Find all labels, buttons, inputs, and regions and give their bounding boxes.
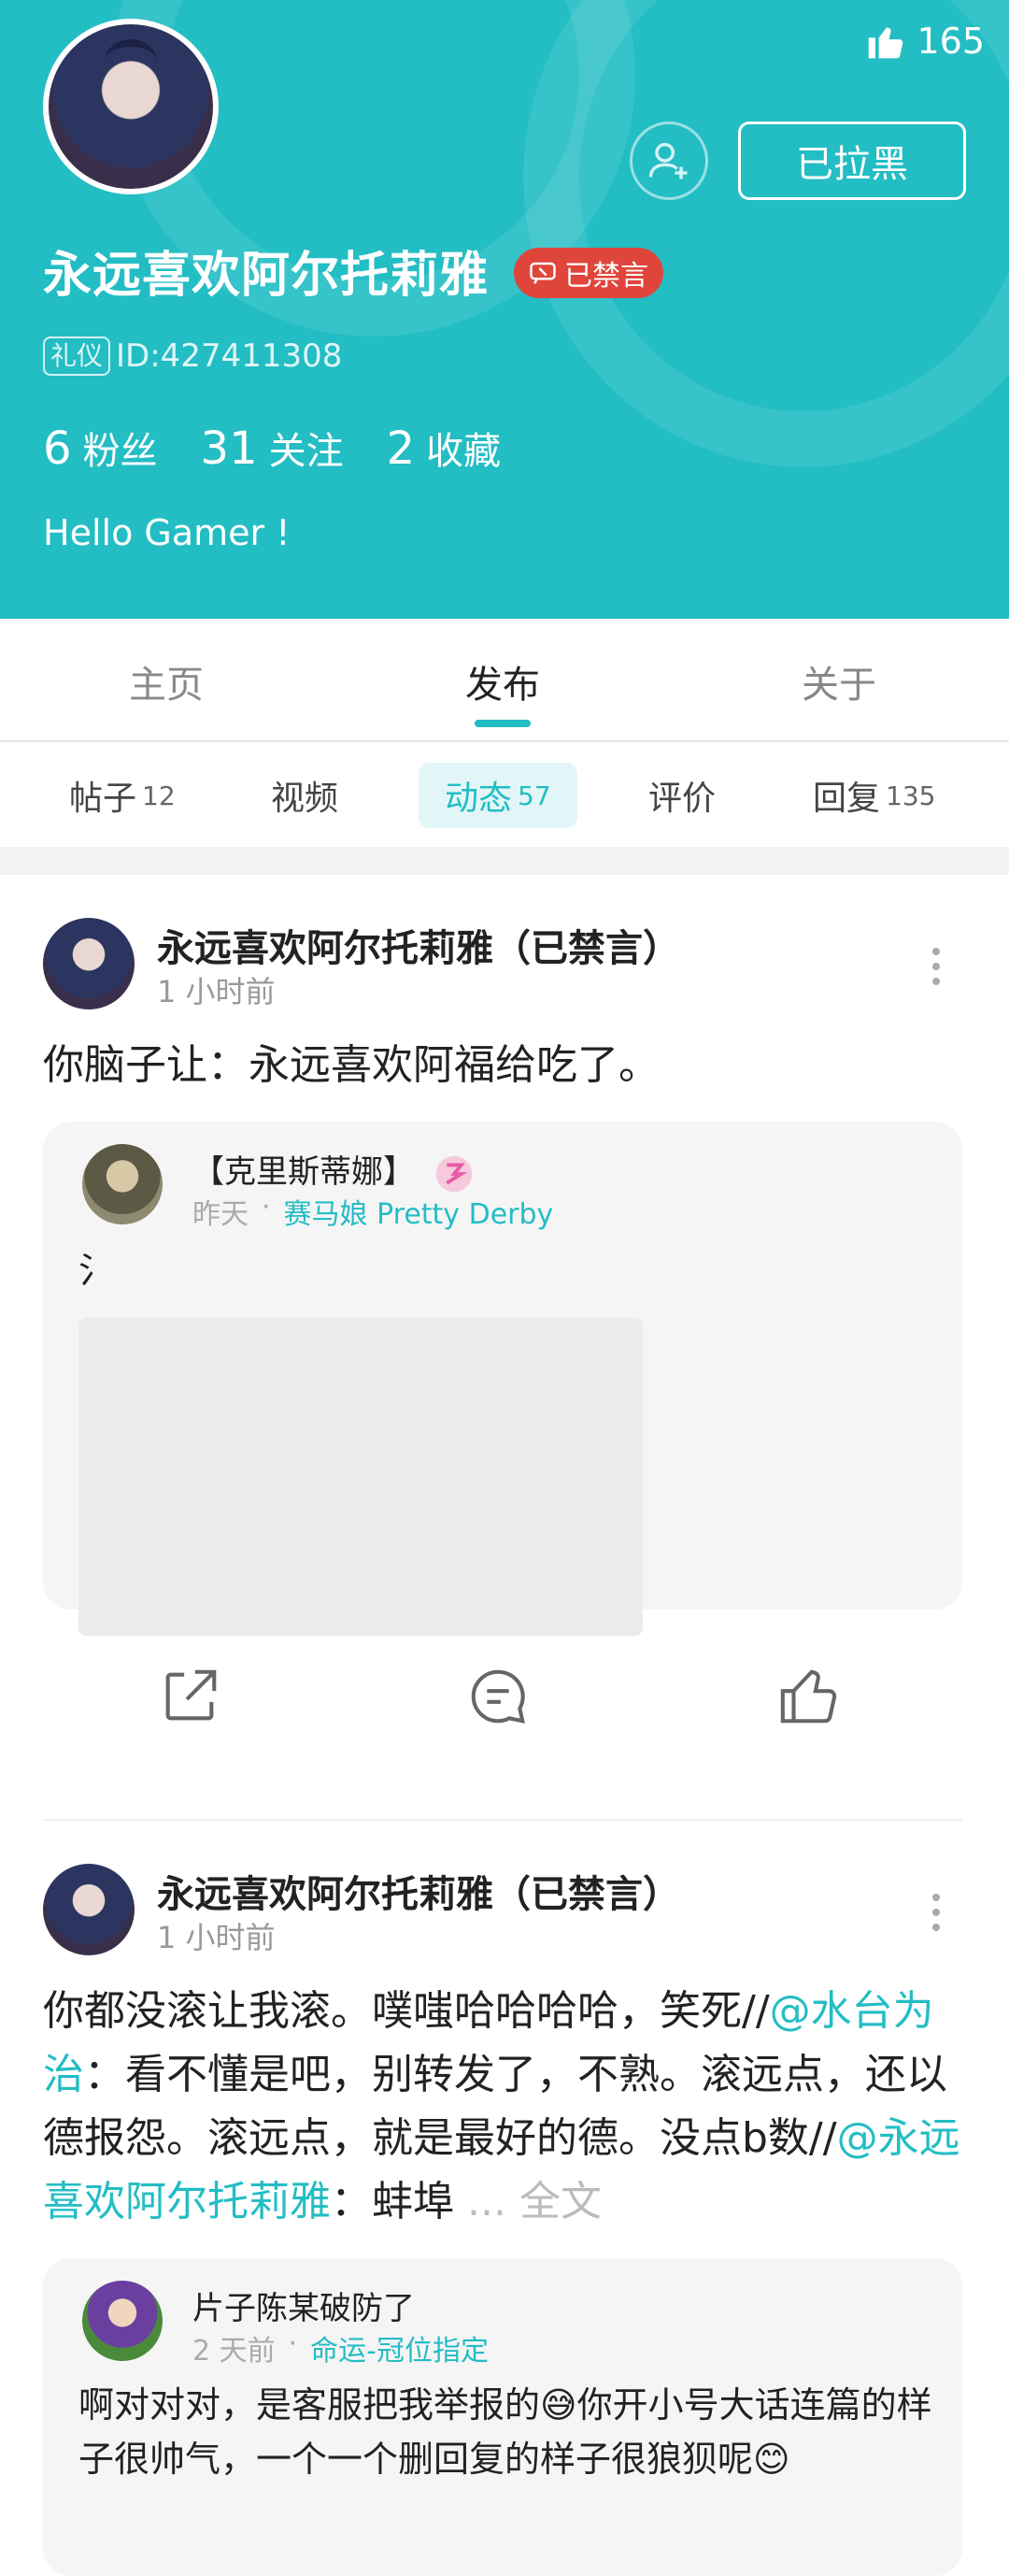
user-id: ID:427411308	[116, 337, 343, 375]
subtab-posts[interactable]: 帖子 12	[69, 763, 176, 828]
post-text-segment: ：看不懂是吧，别转发了，不熟。滚远点，还以德报怨。滚远点，就是最好的德。没点b数…	[43, 2051, 947, 2162]
main-tabs: 主页 发布 关于	[0, 619, 1009, 742]
full-text-link[interactable]: ... 全文	[467, 2178, 602, 2225]
subtab-videos[interactable]: 视频	[271, 763, 338, 828]
add-friend-button[interactable]	[630, 122, 708, 200]
quoted-time: 2 天前	[192, 2335, 276, 2368]
quoted-text: 氵	[78, 1250, 115, 1291]
subtab-label: 动态	[445, 780, 513, 818]
subtab-label: 回复	[813, 780, 881, 818]
subtab-count: 57	[518, 780, 551, 811]
profile-avatar[interactable]	[43, 19, 219, 194]
muted-icon	[530, 262, 556, 284]
quoted-author-name[interactable]: 片子陈某破防了	[192, 2283, 415, 2328]
quoted-meta: 2 天前 · 命运-冠位指定	[192, 2327, 489, 2368]
section-gap	[0, 847, 1009, 875]
watermark-shape	[523, 0, 1009, 467]
meta-separator: ·	[288, 2327, 298, 2360]
user-id-row: 礼仪 ID:427411308	[43, 336, 342, 376]
quoted-post[interactable]: 【克里斯蒂娜】 昨天 · 赛马娘 Pretty Derby 氵	[43, 1122, 962, 1636]
subtab-moments[interactable]: 动态 57	[419, 763, 577, 828]
quoted-text: 啊对对对，是客服把我举报的😅你开小号大话连篇的样子很帅气，一个一个删回复的样子很…	[78, 2384, 932, 2480]
profile-username: 永远喜欢阿尔托莉雅	[43, 248, 490, 304]
post-actions	[0, 1643, 1009, 1746]
tab-publish[interactable]: 发布	[465, 654, 540, 708]
quoted-time: 昨天	[192, 1198, 249, 1231]
quoted-author-name[interactable]: 【克里斯蒂娜】	[192, 1146, 476, 1195]
stat-following[interactable]: 31 关注	[201, 421, 344, 475]
subtab-count: 12	[142, 780, 176, 811]
tab-home[interactable]: 主页	[129, 654, 204, 708]
author-name[interactable]: 永远喜欢阿尔托莉雅（已禁言）	[157, 918, 680, 972]
thumbs-up-icon	[869, 27, 903, 59]
post-text: 你脑子让：永远喜欢阿福给吃了。	[43, 1041, 660, 1089]
more-options-icon[interactable]	[932, 1894, 942, 1931]
quoted-author-avatar[interactable]	[82, 1144, 163, 1224]
post-text-segment: 你都没滚让我滚。噗嗤哈哈哈哈，笑死//	[43, 1987, 770, 2035]
like-counter[interactable]: 165	[864, 21, 985, 62]
comment-icon[interactable]	[465, 1664, 531, 1729]
like-count: 165	[917, 21, 985, 62]
subtab-count: 135	[886, 780, 936, 811]
quoted-meta: 昨天 · 赛马娘 Pretty Derby	[192, 1191, 553, 1232]
post-text: 你都没滚让我滚。噗嗤哈哈哈哈，笑死//@水台为治：看不懂是吧，别转发了，不熟。滚…	[43, 1980, 962, 2234]
profile-bio: Hello Gamer !	[43, 512, 291, 553]
more-options-icon[interactable]	[932, 948, 942, 985]
stat-followers[interactable]: 6 粉丝	[43, 421, 158, 475]
level-badge-icon	[435, 1155, 472, 1192]
stat-number: 2	[386, 422, 416, 475]
post-text-segment: ：蚌埠	[331, 2178, 467, 2225]
stat-label: 收藏	[426, 430, 502, 473]
quoted-author-name-text: 【克里斯蒂娜】	[192, 1153, 415, 1191]
muted-badge-label: 已禁言	[564, 260, 648, 293]
stat-label: 关注	[268, 430, 344, 473]
quoted-post[interactable]: 片子陈某破防了 2 天前 · 命运-冠位指定 啊对对对，是客服把我举报的😅你开小…	[43, 2258, 962, 2576]
author-name[interactable]: 永远喜欢阿尔托莉雅（已禁言）	[157, 1864, 680, 1918]
post-card[interactable]: 永远喜欢阿尔托莉雅（已禁言） 1 小时前 你脑子让：永远喜欢阿福给吃了。 【克里…	[0, 875, 1009, 1821]
subtab-reviews[interactable]: 评价	[648, 763, 716, 828]
quoted-community-tag[interactable]: 命运-冠位指定	[310, 2327, 489, 2368]
active-tab-indicator	[475, 720, 531, 727]
add-user-icon	[648, 142, 688, 179]
tab-about[interactable]: 关于	[802, 654, 876, 708]
post-time: 1 小时前	[157, 1920, 276, 1955]
stat-favorites[interactable]: 2 收藏	[387, 421, 502, 475]
subtab-replies[interactable]: 回复 135	[813, 763, 935, 828]
like-icon[interactable]	[777, 1664, 843, 1729]
subtab-label: 帖子	[69, 780, 137, 818]
post-card[interactable]: 永远喜欢阿尔托莉雅（已禁言） 1 小时前 你都没滚让我滚。噗嗤哈哈哈哈，笑死//…	[0, 1821, 1009, 2576]
profile-stats: 6 粉丝 31 关注 2 收藏	[43, 421, 501, 475]
stat-number: 6	[43, 422, 72, 475]
etiquette-badge[interactable]: 礼仪	[43, 336, 111, 376]
author-avatar[interactable]	[43, 918, 135, 1009]
meta-separator: ·	[262, 1191, 271, 1224]
post-time: 1 小时前	[157, 974, 276, 1009]
share-icon[interactable]	[157, 1664, 222, 1729]
sub-tabs: 帖子 12 视频 动态 57 评价 回复 135	[0, 744, 1009, 847]
quoted-image[interactable]	[78, 1318, 643, 1636]
subtab-label: 评价	[648, 780, 717, 818]
stat-number: 31	[200, 422, 258, 475]
quoted-author-avatar[interactable]	[82, 2281, 163, 2361]
blocked-button[interactable]: 已拉黑	[738, 122, 966, 200]
muted-badge: 已禁言	[514, 248, 663, 298]
profile-header: 165 已拉黑 永远喜欢阿尔托莉雅 已禁言 礼仪 ID:427411308 6 …	[0, 0, 1009, 619]
subtab-label: 视频	[271, 780, 339, 818]
stat-label: 粉丝	[82, 430, 158, 473]
quoted-community-tag[interactable]: 赛马娘 Pretty Derby	[284, 1191, 554, 1232]
author-avatar[interactable]	[43, 1864, 135, 1955]
